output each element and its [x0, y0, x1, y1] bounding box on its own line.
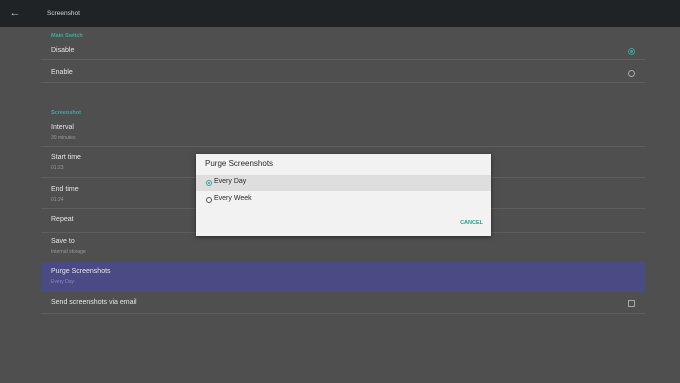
disable-option-row[interactable]: Disable — [41, 44, 645, 59]
purge-screenshots-dialog: Purge Screenshots Every Day Every Week C… — [196, 154, 491, 236]
enable-label: Enable — [51, 69, 73, 76]
cancel-button[interactable]: CANCEL — [460, 220, 483, 226]
every-day-label: Every Day — [214, 178, 247, 185]
purge-screenshots-value: Every Day — [51, 279, 75, 285]
send-email-row[interactable]: Send screenshots via email — [41, 296, 645, 311]
screenshot-section-header: Screenshot — [51, 110, 81, 116]
back-arrow-icon[interactable]: ← — [8, 6, 22, 20]
enable-option-row[interactable]: Enable — [41, 66, 645, 81]
disable-label: Disable — [51, 47, 75, 54]
interval-row[interactable]: Interval 30 minutes — [41, 121, 645, 146]
divider — [41, 146, 645, 147]
every-day-radio[interactable] — [206, 180, 212, 186]
purge-screenshots-title: Purge Screenshots — [51, 268, 111, 275]
top-bar: ← Screenshot — [0, 0, 680, 27]
send-email-checkbox[interactable] — [628, 300, 635, 307]
end-time-title: End time — [51, 186, 79, 193]
interval-value: 30 minutes — [51, 135, 76, 141]
end-time-value: 01:24 — [51, 197, 64, 203]
every-week-label: Every Week — [214, 195, 252, 202]
divider — [41, 59, 645, 60]
divider — [41, 82, 645, 83]
disable-radio[interactable] — [628, 48, 635, 55]
interval-title: Interval — [51, 124, 74, 131]
repeat-title: Repeat — [51, 216, 74, 223]
save-to-title: Save to — [51, 238, 75, 245]
dialog-option-every-week[interactable]: Every Week — [196, 192, 491, 208]
every-week-radio[interactable] — [206, 197, 212, 203]
save-to-value: Internal storage — [51, 249, 86, 255]
main-switch-header: Main Switch — [51, 33, 83, 39]
page-title: Screenshot — [47, 10, 80, 17]
purge-screenshots-row[interactable]: Purge Screenshots Every Day — [41, 262, 645, 292]
dialog-option-every-day[interactable]: Every Day — [196, 175, 491, 191]
divider — [41, 313, 645, 314]
enable-radio[interactable] — [628, 70, 635, 77]
start-time-value: 01:23 — [51, 165, 64, 171]
dialog-title: Purge Screenshots — [205, 159, 274, 168]
save-to-row[interactable]: Save to Internal storage — [41, 235, 645, 260]
send-email-title: Send screenshots via email — [51, 299, 137, 306]
start-time-title: Start time — [51, 154, 81, 161]
settings-screen: ← Screenshot Main Switch Disable Enable … — [0, 0, 680, 383]
